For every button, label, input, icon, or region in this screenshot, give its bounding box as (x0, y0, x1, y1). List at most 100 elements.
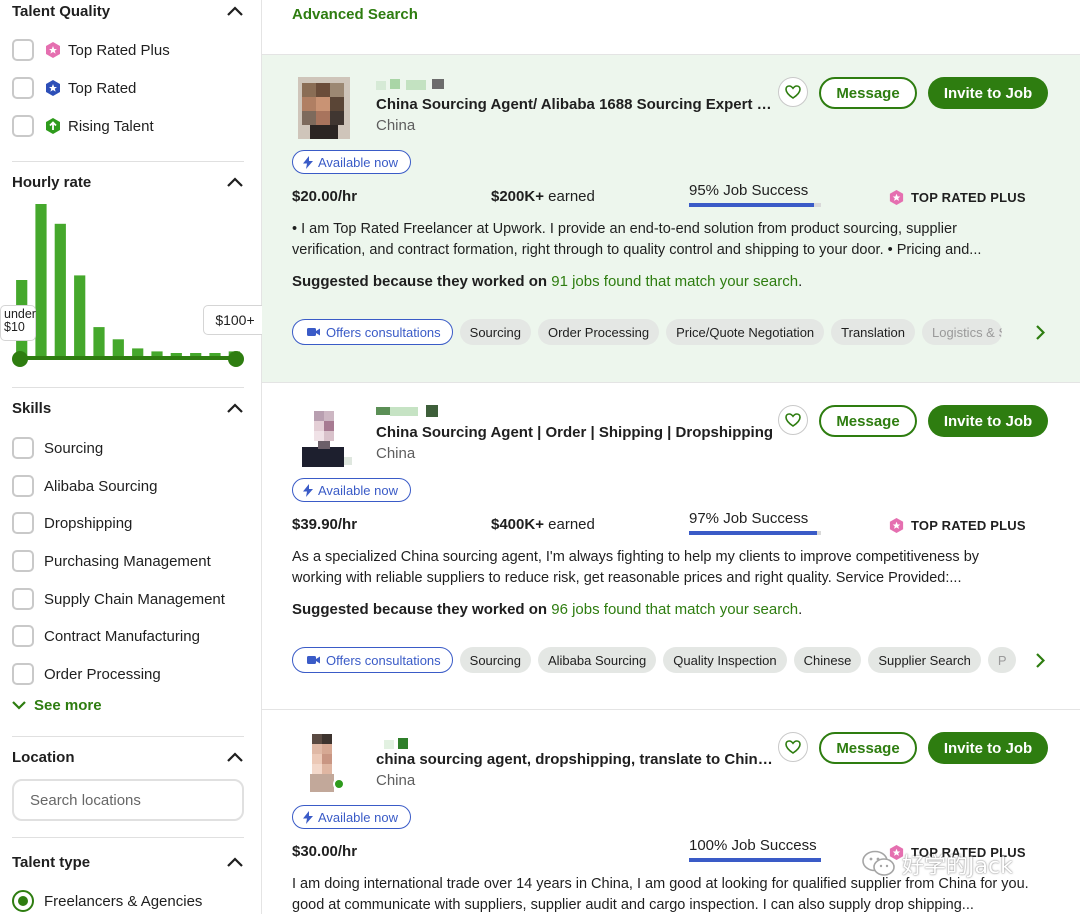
chevron-right-icon[interactable] (1032, 322, 1048, 342)
freelancer-title[interactable]: China Sourcing Agent/ Alibaba 1688 Sourc… (376, 96, 776, 113)
job-success-fill (689, 858, 821, 862)
radio-selected[interactable] (12, 890, 34, 912)
chevron-right-icon[interactable] (1032, 650, 1048, 670)
skill-tag[interactable]: Chinese (793, 647, 862, 673)
freelancer-card[interactable]: China Sourcing Agent/ Alibaba 1688 Sourc… (262, 54, 1080, 382)
filter-skill-sourcing[interactable]: Sourcing (12, 436, 103, 460)
chevron-up-icon[interactable] (226, 399, 244, 417)
see-more-skills-link[interactable]: See more (12, 697, 102, 714)
location-title: Location (12, 748, 75, 766)
search-results: Advanced Search China Sourcing Agent/ Al… (262, 0, 1080, 914)
job-success-text: 100% Job Success (689, 837, 817, 854)
filter-skill-purchasing-management[interactable]: Purchasing Management (12, 549, 211, 573)
name-blurred (376, 79, 444, 90)
matching-jobs-link[interactable]: 91 jobs found that match your search (551, 273, 798, 290)
save-freelancer-button[interactable] (778, 77, 808, 107)
histogram-bar (112, 339, 124, 356)
freelancer-title[interactable]: china sourcing agent, dropshipping, tran… (376, 751, 776, 768)
checkbox[interactable] (12, 39, 34, 61)
avatar[interactable] (292, 77, 354, 139)
offers-consultations-badge[interactable]: Offers consultations (292, 647, 453, 673)
skill-tag[interactable]: Order Processing (537, 319, 660, 345)
histogram-bar (132, 348, 144, 356)
skill-tag[interactable]: Sourcing (459, 319, 531, 345)
message-button[interactable]: Message (819, 405, 917, 437)
skill-tag[interactable]: Sourcing (459, 647, 531, 673)
chevron-up-icon[interactable] (226, 748, 244, 766)
checkbox[interactable] (12, 77, 34, 99)
filter-label: Order Processing (44, 665, 161, 683)
name-blurred (384, 738, 408, 749)
save-freelancer-button[interactable] (778, 732, 808, 762)
chevron-up-icon[interactable] (226, 2, 244, 20)
checkbox[interactable] (12, 115, 34, 137)
filter-skill-dropshipping[interactable]: Dropshipping (12, 511, 132, 535)
heart-icon (785, 413, 801, 427)
skills-header[interactable]: Skills (12, 396, 244, 420)
freelancer-card[interactable]: china sourcing agent, dropshipping, tran… (262, 709, 1080, 914)
checkbox[interactable] (12, 475, 34, 497)
checkbox[interactable] (12, 625, 34, 647)
freelancer-title[interactable]: China Sourcing Agent | Order | Shipping … (376, 424, 776, 441)
checkbox[interactable] (12, 663, 34, 685)
advanced-search-link[interactable]: Advanced Search (292, 6, 418, 23)
matching-jobs-link[interactable]: 96 jobs found that match your search (551, 601, 798, 618)
invite-to-job-button[interactable]: Invite to Job (928, 405, 1048, 437)
filter-rising-talent[interactable]: Rising Talent (12, 114, 154, 138)
freelancer-country: China (376, 117, 416, 134)
skill-tag[interactable]: Price/Quote Negotiation (666, 319, 825, 345)
checkbox[interactable] (12, 550, 34, 572)
save-freelancer-button[interactable] (778, 405, 808, 435)
job-success: 95% Job Success (689, 182, 821, 207)
hourly-rate-histogram[interactable] (12, 200, 244, 368)
skill-tag[interactable]: Supplier Search (868, 647, 981, 673)
talent-quality-title: Talent Quality (12, 2, 111, 20)
hourly-rate-header[interactable]: Hourly rate (12, 170, 244, 194)
freelancer-description: As a specialized China sourcing agent, I… (292, 549, 980, 586)
checkbox[interactable] (12, 437, 34, 459)
invite-to-job-button[interactable]: Invite to Job (928, 77, 1048, 109)
skill-tag[interactable]: Translation (831, 319, 915, 345)
location-header[interactable]: Location (12, 745, 244, 769)
watermark-text: 好学的Jack (902, 854, 1013, 879)
message-button[interactable]: Message (819, 732, 917, 764)
filter-label: Rising Talent (68, 117, 154, 135)
range-max-handle[interactable] (228, 351, 244, 367)
talent-type-freelancers-agencies[interactable]: Freelancers & Agencies (12, 890, 202, 912)
skills-title: Skills (12, 399, 52, 417)
avatar[interactable] (292, 405, 354, 467)
location-search-input[interactable] (12, 779, 244, 821)
skill-tag[interactable]: Alibaba Sourcing (537, 647, 657, 673)
filter-label: Purchasing Management (44, 552, 211, 570)
filter-top-rated[interactable]: Top Rated (12, 76, 136, 100)
message-button[interactable]: Message (819, 77, 917, 109)
freelancer-card[interactable]: China Sourcing Agent | Order | Shipping … (262, 382, 1080, 709)
job-success-text: 97% Job Success (689, 510, 809, 527)
skill-tag[interactable]: P (987, 647, 1017, 673)
chevron-up-icon[interactable] (226, 173, 244, 191)
chevron-up-icon[interactable] (226, 853, 244, 871)
filter-top-rated-plus[interactable]: Top Rated Plus (12, 38, 170, 62)
filter-skill-supply-chain-management[interactable]: Supply Chain Management (12, 587, 225, 611)
filter-skill-contract-manufacturing[interactable]: Contract Manufacturing (12, 624, 200, 648)
checkbox[interactable] (12, 512, 34, 534)
skill-tags: Offers consultations Sourcing Alibaba So… (292, 646, 1062, 674)
offers-consultations-badge[interactable]: Offers consultations (292, 319, 453, 345)
checkbox[interactable] (12, 588, 34, 610)
lightning-icon (303, 483, 313, 497)
freelancer-description: • I am Top Rated Freelancer at Upwork. I… (292, 221, 982, 258)
heart-icon (785, 740, 801, 754)
range-min-handle[interactable] (12, 351, 28, 367)
offers-consultations-label: Offers consultations (326, 652, 441, 668)
earned-label: earned (548, 188, 595, 205)
skill-tag[interactable]: Logistics & S (921, 319, 1002, 345)
talent-quality-header[interactable]: Talent Quality (12, 0, 244, 23)
avatar[interactable] (292, 732, 354, 794)
filter-skill-order-processing[interactable]: Order Processing (12, 662, 161, 686)
lightning-icon (303, 810, 313, 824)
talent-type-header[interactable]: Talent type (12, 850, 244, 874)
filter-skill-alibaba-sourcing[interactable]: Alibaba Sourcing (12, 474, 157, 498)
skill-tag[interactable]: Quality Inspection (663, 647, 787, 673)
top-rated-plus-label: TOP RATED PLUS (911, 190, 1026, 205)
invite-to-job-button[interactable]: Invite to Job (928, 732, 1048, 764)
